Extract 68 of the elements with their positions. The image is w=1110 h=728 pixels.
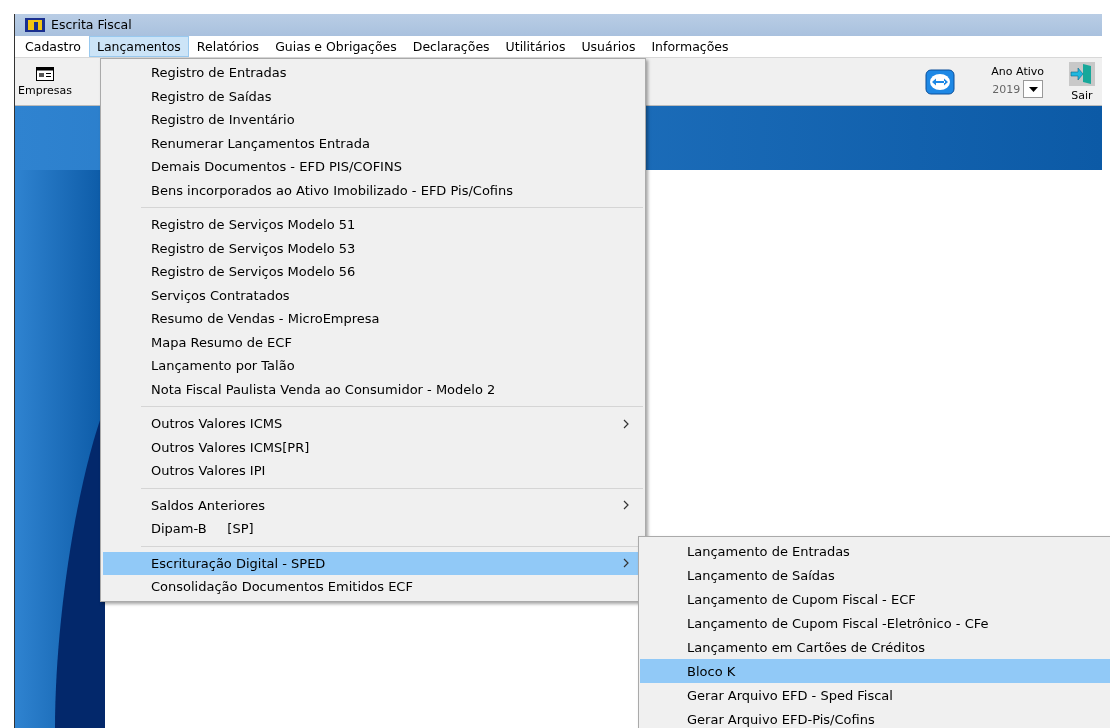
menu-item[interactable]: Lançamento por Talão xyxy=(103,354,643,378)
menu-item-label: Serviços Contratados xyxy=(151,287,290,303)
menu-item-label: Resumo de Vendas - MicroEmpresa xyxy=(151,311,380,327)
menu-bar-item[interactable]: Relatórios xyxy=(188,35,268,57)
menu-item[interactable]: Mapa Resumo de ECF xyxy=(103,330,643,354)
menu-item-label: Outros Valores ICMS xyxy=(151,416,283,432)
exit-button[interactable]: Sair xyxy=(1066,59,1098,104)
submenu-item[interactable]: Gerar Arquivo EFD - Sped Fiscal xyxy=(640,683,1110,707)
menu-item-label: Registro de Inventário xyxy=(151,112,295,128)
menu-item[interactable]: Registro de Serviços Modelo 51 xyxy=(103,213,643,237)
menu-bar-item[interactable]: Declarações xyxy=(404,35,498,57)
submenu-item[interactable]: Gerar Arquivo EFD-Pis/Cofins xyxy=(640,707,1110,728)
menu-item[interactable]: Registro de Entradas xyxy=(103,61,643,85)
menu-item[interactable]: Outros Valores ICMS xyxy=(103,412,643,436)
menu-item[interactable]: Outros Valores ICMS[PR] xyxy=(103,435,643,459)
menu-item-label: Escrituração Digital - SPED xyxy=(151,555,326,571)
menu-bar-item[interactable]: Lançamentos xyxy=(88,35,189,57)
menu-item[interactable]: Dipam-B [SP] xyxy=(103,517,643,541)
menu-item[interactable]: Registro de Saídas xyxy=(103,84,643,108)
menu-item[interactable]: Serviços Contratados xyxy=(103,283,643,307)
chevron-right-icon xyxy=(623,500,629,511)
submenu-item[interactable]: Bloco K xyxy=(640,659,1110,683)
menu-item[interactable]: Outros Valores IPI xyxy=(103,459,643,483)
menu-item-label: Bens incorporados ao Ativo Imobilizado - EFD Pis/Cofins xyxy=(151,182,514,198)
menu-item-label: Outros Valores IPI xyxy=(151,463,266,479)
chevron-right-icon xyxy=(623,418,629,429)
menu-item[interactable]: Nota Fiscal Paulista Venda ao Consumidor - Modelo 2 xyxy=(103,377,643,401)
dropdown-button[interactable] xyxy=(1023,80,1044,98)
menu-item[interactable]: Registro de Inventário xyxy=(103,108,643,132)
menu-item[interactable]: Renumerar Lançamentos Entrada xyxy=(103,131,643,155)
menu-item-label: Registro de Entradas xyxy=(151,65,287,81)
menu-item-label: Saldos Anteriores xyxy=(151,497,265,513)
menu-item-label: Mapa Resumo de ECF xyxy=(151,334,292,350)
menu-item[interactable]: Resumo de Vendas - MicroEmpresa xyxy=(103,307,643,331)
menu-item-label: Consolidação Documentos Emitidos ECF xyxy=(151,579,413,595)
submenu-item[interactable]: Lançamento de Cupom Fiscal -Eletrônico - CFe xyxy=(640,611,1110,635)
menu-item[interactable]: Demais Documentos - EFD PIS/COFINS xyxy=(103,155,643,179)
submenu-item[interactable]: Lançamento de Saídas xyxy=(640,563,1110,587)
submenu-item[interactable]: Lançamento de Entradas xyxy=(640,539,1110,563)
menu-bar-item[interactable]: Utilitários xyxy=(497,35,574,57)
menu-item[interactable]: Registro de Serviços Modelo 56 xyxy=(103,260,643,284)
menu-bar-item[interactable]: Cadastro xyxy=(17,35,89,57)
menu-item-label: Outros Valores ICMS[PR] xyxy=(151,439,310,455)
menu-item[interactable]: Registro de Serviços Modelo 53 xyxy=(103,236,643,260)
menu-item-label: Registro de Serviços Modelo 56 xyxy=(151,264,356,280)
chevron-right-icon xyxy=(623,558,629,569)
app-logo-icon xyxy=(25,17,45,32)
menu-item-label: Renumerar Lançamentos Entrada xyxy=(151,135,370,151)
menu-item-label: Dipam-B [SP] xyxy=(151,521,254,537)
menu-item[interactable]: Saldos Anteriores xyxy=(103,493,643,517)
year-value: 2019 xyxy=(992,82,1021,96)
menu-item-label: Registro de Saídas xyxy=(151,88,272,104)
window-title: Escrita Fiscal xyxy=(51,17,132,33)
menu-item-label: Registro de Serviços Modelo 51 xyxy=(151,217,356,233)
submenu-item[interactable]: Lançamento em Cartões de Créditos xyxy=(640,635,1110,659)
menu-item-label: Demais Documentos - EFD PIS/COFINS xyxy=(151,159,402,175)
window-icon xyxy=(35,66,54,81)
menu-bar-item[interactable]: Usuários xyxy=(573,35,644,57)
menu-item-label: Lançamento por Talão xyxy=(151,358,295,374)
companies-button[interactable]: Empresas xyxy=(15,64,75,99)
menu-item-label: Nota Fiscal Paulista Venda ao Consumidor - Modelo 2 xyxy=(151,381,496,397)
menu-item-label: Registro de Serviços Modelo 53 xyxy=(151,240,356,256)
menu-item[interactable]: Bens incorporados ao Ativo Imobilizado - EFD Pis/Cofins xyxy=(103,178,643,202)
menu-bar-item[interactable]: Informações xyxy=(643,35,737,57)
caret-icon xyxy=(1028,86,1038,92)
active-year-label: Ano Ativo xyxy=(991,65,1044,78)
menu-bar-item[interactable]: Guias e Obrigações xyxy=(267,35,405,57)
submenu-item[interactable]: Lançamento de Cupom Fiscal - ECF xyxy=(640,587,1110,611)
